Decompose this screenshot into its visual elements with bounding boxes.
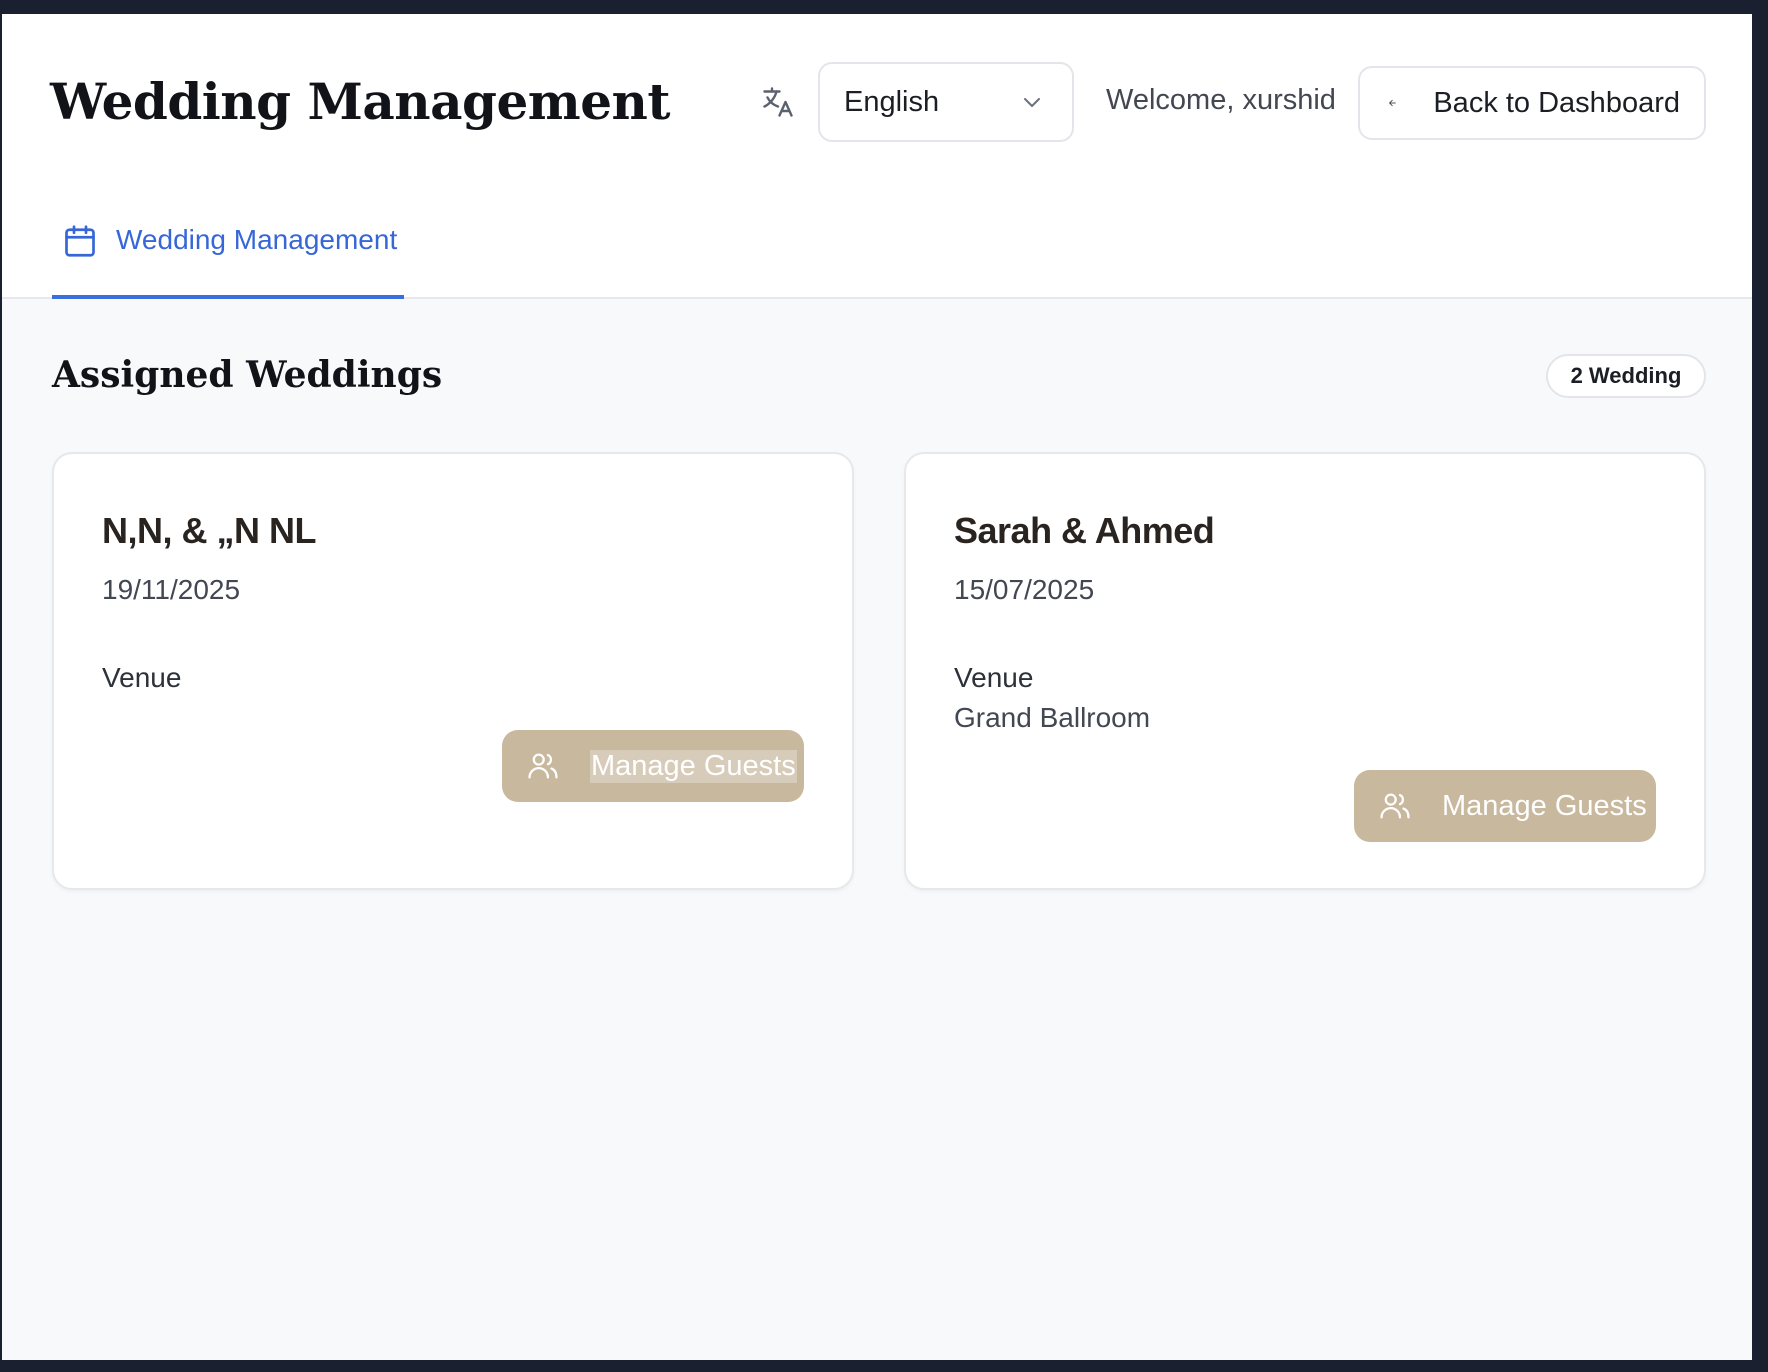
chevron-down-icon: [1024, 98, 1040, 107]
manage-guests-label: Manage Guests: [1442, 789, 1647, 822]
venue-name: Grand Ballroom: [954, 702, 1151, 733]
wedding-count-badge: 2 Wedding: [1546, 354, 1706, 398]
wedding-date: 15/07/2025: [954, 574, 1095, 605]
back-to-dashboard-button[interactable]: Back to Dashboard: [1358, 66, 1706, 140]
couple-name: Sarah & Ahmed: [954, 510, 1215, 551]
calendar-icon: [65, 225, 95, 257]
arrow-left-icon: [1389, 99, 1396, 107]
tab-label: Wedding Management: [116, 224, 398, 255]
welcome-text: Welcome, xurshid: [1106, 84, 1336, 116]
section-title: Assigned Weddings: [52, 354, 443, 396]
language-select[interactable]: English: [818, 62, 1074, 142]
tab-wedding-management[interactable]: Wedding Management: [52, 214, 404, 299]
translate-icon[interactable]: [760, 84, 796, 120]
wedding-date: 19/11/2025: [102, 574, 241, 605]
wedding-card: N,N, & „N NL 19/11/2025 Venue Manage Gue…: [52, 452, 854, 890]
wedding-card: Sarah & Ahmed 15/07/2025 Venue Grand Bal…: [904, 452, 1706, 890]
manage-guests-button[interactable]: Manage Guests: [502, 730, 804, 802]
users-icon: [1380, 793, 1410, 819]
app-window: Wedding Management English Welcome, xurs…: [2, 14, 1752, 1360]
venue-label: Venue: [954, 662, 1034, 693]
page-header: Wedding Management English Welcome, xurs…: [2, 14, 1752, 299]
manage-guests-label: Manage Guests: [590, 749, 797, 783]
back-to-dashboard-label: Back to Dashboard: [1433, 86, 1680, 119]
language-select-value: English: [844, 85, 940, 118]
users-icon: [528, 753, 558, 779]
manage-guests-button[interactable]: Manage Guests: [1354, 770, 1656, 842]
page-title: Wedding Management: [50, 72, 670, 131]
venue-label: Venue: [102, 662, 182, 693]
couple-name: N,N, & „N NL: [102, 510, 317, 551]
